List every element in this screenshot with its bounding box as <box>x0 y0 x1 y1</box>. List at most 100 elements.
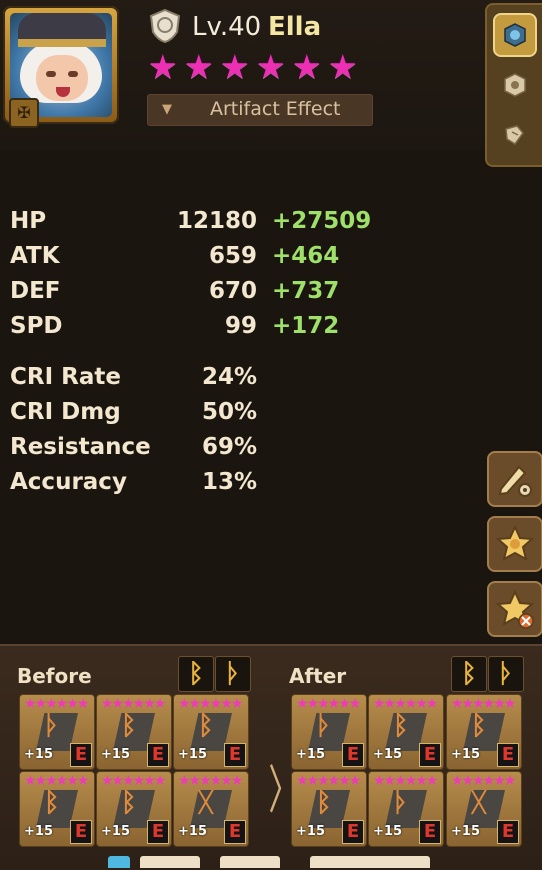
cropped-glyph <box>310 856 430 868</box>
rune-slot[interactable]: ★★★★★★ ᛒ +15 E <box>173 694 249 770</box>
stat-base: 12180 <box>177 208 258 234</box>
rune-set-button[interactable] <box>487 516 542 572</box>
stat-label: Resistance <box>10 434 151 460</box>
artifact-effect-dropdown[interactable]: ▼ Artifact Effect <box>147 94 373 126</box>
rune-grade: E <box>497 820 519 844</box>
rune-grade: E <box>224 820 246 844</box>
rune-slot[interactable]: ★★★★★★ ᛒ +15 E <box>368 694 444 770</box>
rune-slot[interactable]: ★★★★★★ ᛒ +15 E <box>19 771 95 847</box>
rune-slot[interactable]: ★★★★★★ ᚷ +15 E <box>173 771 249 847</box>
tab-artifact-attribute[interactable] <box>495 65 535 105</box>
rune-slot[interactable]: ★★★★★★ ᚦ +15 E <box>368 771 444 847</box>
rune-slot[interactable]: ★★★★★★ ᛒ +15 E <box>96 694 172 770</box>
rune-grade: E <box>419 820 441 844</box>
star-icon: ★ <box>220 47 250 86</box>
hero-name: Ella <box>268 12 322 42</box>
hero-level: Lv.40 <box>192 12 262 42</box>
rune-set-icon: ᛒ <box>178 656 214 692</box>
rune-glyph: ᚦ <box>316 711 332 741</box>
triangle-down-icon: ▼ <box>162 102 172 117</box>
stat-value: 69% <box>201 434 257 460</box>
edit-settings-button[interactable] <box>487 451 542 507</box>
artifact-emblem-icon <box>504 73 526 97</box>
rune-level: +15 <box>451 747 480 762</box>
rune-slot[interactable]: ★★★★★★ ᚦ +15 E <box>291 694 367 770</box>
before-title: Before <box>17 664 92 688</box>
rune-stars: ★★★★★★ <box>24 773 89 789</box>
rune-stars: ★★★★★★ <box>24 696 89 712</box>
rune-level: +15 <box>296 747 325 762</box>
avatar-eye <box>68 71 78 77</box>
star-icon: ★ <box>292 47 322 86</box>
rune-grade: E <box>147 820 169 844</box>
tab-artifact-type[interactable] <box>495 115 535 155</box>
tab-rune-equipment[interactable] <box>493 13 537 57</box>
rune-level: +15 <box>178 824 207 839</box>
rune-level: +15 <box>178 747 207 762</box>
rune-stars: ★★★★★★ <box>373 773 438 789</box>
artifact-shield-icon <box>505 125 524 146</box>
avatar-hat-band <box>18 39 106 47</box>
stat-label: SPD <box>10 313 63 339</box>
hero-portrait[interactable]: ✠ <box>3 6 119 128</box>
rune-level: +15 <box>451 824 480 839</box>
stat-base: 99 <box>224 313 257 339</box>
stat-bonus: +737 <box>272 278 340 304</box>
rune-level: +15 <box>24 747 53 762</box>
stat-value: 24% <box>201 364 257 390</box>
rune-slot[interactable]: ★★★★★★ ᚷ +15 E <box>446 771 522 847</box>
rune-stars: ★★★★★★ <box>178 696 243 712</box>
rune-stars: ★★★★★★ <box>296 696 361 712</box>
rune-level: +15 <box>101 824 130 839</box>
rune-glyph: ᛒ <box>121 788 137 818</box>
rune-set-icon: ᛒ <box>451 656 487 692</box>
rune-stars: ★★★★★★ <box>101 696 166 712</box>
hero-star-rating: ★ ★ ★ ★ ★ ★ <box>148 50 362 84</box>
rune-stars: ★★★★★★ <box>101 773 166 789</box>
rune-grade: E <box>70 820 92 844</box>
rune-glyph: ᛒ <box>198 711 214 741</box>
stat-label: DEF <box>10 278 61 304</box>
stat-label: CRI Dmg <box>10 399 121 425</box>
stat-base: 659 <box>208 243 257 269</box>
rune-stars: ★★★★★★ <box>178 773 243 789</box>
star-icon: ★ <box>184 47 214 86</box>
rune-remove-icon <box>495 589 535 629</box>
rune-level: +15 <box>24 824 53 839</box>
rune-slot[interactable]: ★★★★★★ ᛒ +15 E <box>96 771 172 847</box>
rune-grade: E <box>147 743 169 767</box>
rune-grade: E <box>419 743 441 767</box>
rune-glyph: ᚦ <box>44 711 60 741</box>
rune-glyph: ᚷ <box>471 788 487 818</box>
star-icon: ★ <box>148 47 178 86</box>
rune-slot[interactable]: ★★★★★★ ᛒ +15 E <box>446 694 522 770</box>
rune-set-icon: ᚦ <box>488 656 524 692</box>
rune-stars: ★★★★★★ <box>451 773 516 789</box>
rune-level: +15 <box>373 747 402 762</box>
star-icon: ★ <box>256 47 286 86</box>
rune-glyph: ᚷ <box>198 788 214 818</box>
cross-emblem-icon: ✠ <box>9 98 39 128</box>
shield-icon <box>149 8 181 44</box>
rune-glyph: ᚦ <box>393 788 409 818</box>
stat-label: ATK <box>10 243 60 269</box>
rune-stars: ★★★★★★ <box>373 696 438 712</box>
unequip-runes-button[interactable] <box>487 581 542 637</box>
rune-stars: ★★★★★★ <box>451 696 516 712</box>
stat-label: CRI Rate <box>10 364 121 390</box>
rune-slot[interactable]: ★★★★★★ ᛒ +15 E <box>291 771 367 847</box>
cropped-icon <box>108 856 130 868</box>
rune-glyph: ᛒ <box>121 711 137 741</box>
rune-glyph: ᛒ <box>471 711 487 741</box>
stat-value: 50% <box>201 399 257 425</box>
star-icon: ★ <box>328 47 358 86</box>
rune-flower-icon <box>495 524 535 561</box>
rune-level: +15 <box>373 824 402 839</box>
rune-hexagon-icon <box>504 23 526 47</box>
rune-glyph: ᛒ <box>393 711 409 741</box>
avatar-eye <box>46 71 56 77</box>
after-title: After <box>289 664 347 688</box>
rune-slot[interactable]: ★★★★★★ ᚦ +15 E <box>19 694 95 770</box>
cropped-footer-text <box>100 856 440 868</box>
rune-set-icon: ᚦ <box>215 656 251 692</box>
